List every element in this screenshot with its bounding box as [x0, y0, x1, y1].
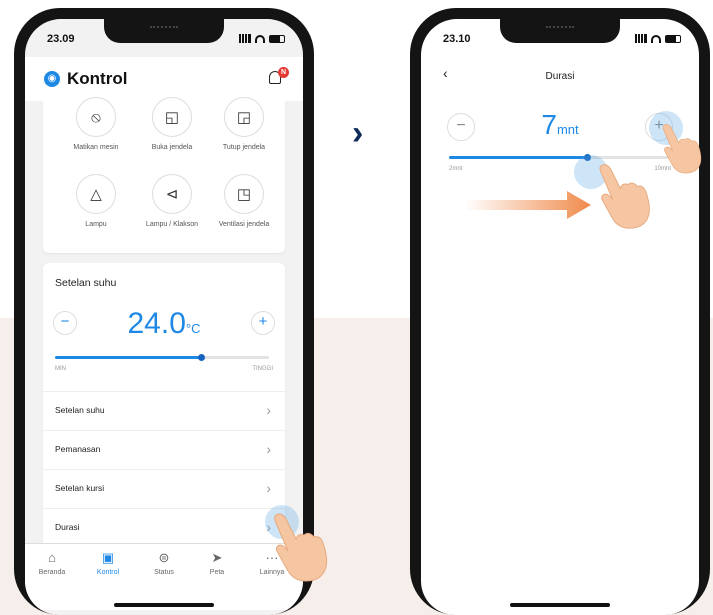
control-window-close[interactable]: ◲ Tutup jendela	[209, 97, 279, 152]
hazard-light-icon: △	[76, 174, 116, 214]
status-time: 23.09	[47, 33, 75, 45]
menu-item-label: Pemanasan	[55, 444, 101, 454]
tab-kontrol[interactable]: ▣ Kontrol	[83, 550, 133, 576]
duration-number: 7	[541, 109, 557, 140]
page-title: Kontrol	[67, 69, 128, 88]
app-header: ◉ Kontrol N	[25, 57, 303, 101]
temperature-card: Setelan suhu − 24.0°C + MIN TINGGI Setel…	[43, 263, 285, 574]
notch	[104, 19, 224, 43]
screen-durasi: 23.10 ‹ Durasi − 7mnt + 2mnt 10mnt	[421, 19, 699, 615]
tab-label: Peta	[209, 569, 225, 576]
temperature-number: 24.0	[127, 307, 186, 340]
control-label: Matikan mesin	[73, 144, 119, 151]
control-label: Lampu / Klakson	[145, 221, 199, 228]
tab-label: Kontrol	[96, 569, 120, 576]
menu-item-seat-settings[interactable]: Setelan kursi ›	[43, 469, 285, 509]
menu-item-label: Setelan suhu	[55, 405, 105, 415]
control-label: Buka jendela	[151, 144, 193, 151]
notification-badge: N	[278, 67, 289, 78]
control-label: Lampu	[85, 221, 107, 228]
control-window-vent[interactable]: ◳ Ventilasi jendela	[209, 174, 279, 229]
wifi-icon	[255, 34, 265, 43]
home-icon: ⌂	[48, 550, 56, 565]
tab-label: Beranda	[38, 569, 66, 576]
battery-icon	[665, 34, 681, 43]
chevron-right-icon: ›	[266, 441, 271, 457]
temperature-slider-handle[interactable]	[197, 354, 205, 361]
temperature-increase-button[interactable]: +	[251, 311, 275, 335]
control-window-open[interactable]: ◱ Buka jendela	[137, 97, 207, 152]
temperature-title: Setelan suhu	[55, 277, 117, 289]
app-logo-icon: ◉	[44, 71, 60, 87]
notch	[500, 19, 620, 43]
home-indicator	[510, 603, 610, 607]
signal-icon	[239, 34, 251, 43]
page-title: Durasi	[545, 71, 575, 82]
slider-min-label: MIN	[55, 366, 66, 372]
tab-label: Status	[154, 569, 174, 576]
window-open-icon: ◱	[152, 97, 192, 137]
remote-icon: ▣	[101, 550, 115, 565]
car-icon: ⊜	[158, 550, 170, 565]
window-close-icon: ◲	[224, 97, 264, 137]
menu-item-preheat[interactable]: Pemanasan ›	[43, 430, 285, 470]
control-hazard-light[interactable]: △ Lampu	[61, 174, 131, 229]
pointing-hand-icon	[599, 164, 650, 229]
engine-off-icon: ⦸	[76, 97, 116, 137]
remote-controls-card: ⦸ Matikan mesin ◱ Buka jendela ◲ Tutup j…	[43, 97, 285, 253]
duration-unit: mnt	[556, 122, 579, 137]
control-engine-off[interactable]: ⦸ Matikan mesin	[61, 97, 131, 152]
window-vent-icon: ◳	[224, 174, 264, 214]
tab-status[interactable]: ⊜ Status	[139, 550, 189, 576]
duration-slider-fill	[449, 156, 587, 159]
menu-item-label: Durasi	[55, 522, 80, 532]
status-time: 23.10	[443, 33, 471, 45]
tab-peta[interactable]: ➤ Peta	[192, 550, 242, 576]
control-horn[interactable]: ⊲ Lampu / Klakson	[137, 174, 207, 229]
menu-item-temperature-settings[interactable]: Setelan suhu ›	[43, 391, 285, 431]
tab-beranda[interactable]: ⌂ Beranda	[27, 550, 77, 576]
phone-frame-right: 23.10 ‹ Durasi − 7mnt + 2mnt 10mnt	[410, 8, 710, 615]
control-label: Ventilasi jendela	[218, 221, 270, 228]
horn-icon: ⊲	[152, 174, 192, 214]
drag-direction-arrow-icon	[465, 191, 591, 219]
home-indicator	[114, 603, 214, 607]
menu-item-duration[interactable]: Durasi ›	[43, 508, 285, 548]
pointing-hand-icon	[274, 513, 328, 582]
signal-icon	[635, 34, 647, 43]
temperature-slider-fill	[55, 356, 201, 359]
wifi-icon	[651, 34, 661, 43]
temperature-value: 24.0°C	[43, 307, 285, 341]
temperature-unit: °C	[185, 321, 201, 336]
chevron-right-icon: ›	[266, 402, 271, 418]
battery-icon	[269, 34, 285, 43]
slider-max-label: TINGGI	[252, 366, 273, 372]
control-label: Tutup jendela	[222, 144, 266, 151]
next-step-chevron-icon: ›	[352, 114, 364, 152]
navigation-icon: ➤	[211, 550, 223, 565]
chevron-right-icon: ›	[266, 480, 271, 496]
pointing-hand-icon	[662, 124, 702, 174]
slider-min-label: 2mnt	[449, 166, 463, 172]
menu-item-label: Setelan kursi	[55, 483, 105, 493]
